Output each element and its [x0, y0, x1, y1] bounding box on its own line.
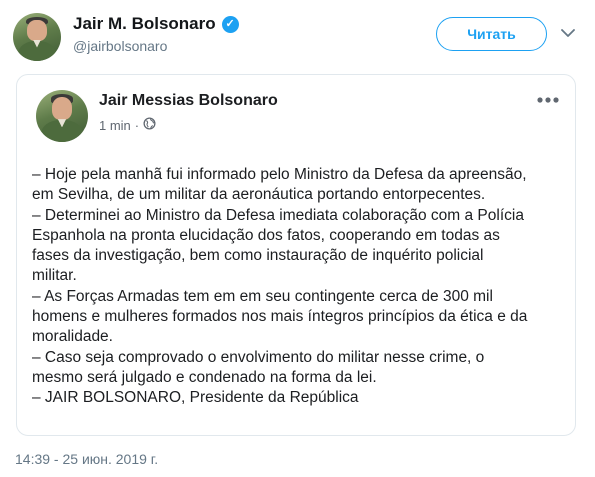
- verified-badge-icon: ✓: [221, 15, 239, 33]
- user-handle[interactable]: @jairbolsonaro: [73, 38, 167, 54]
- meta-separator: ·: [134, 117, 140, 133]
- profile-avatar[interactable]: [13, 13, 61, 61]
- embedded-post-card[interactable]: Jair Messias Bolsonaro 1 min · – Hoje pe…: [16, 74, 576, 436]
- post-author-avatar[interactable]: [36, 90, 88, 142]
- display-name-text[interactable]: Jair M. Bolsonaro: [73, 14, 216, 34]
- follow-button[interactable]: Читать: [436, 17, 547, 51]
- post-line: – Hoje pela manhã fui informado pelo Min…: [32, 166, 527, 183]
- tweet-timestamp[interactable]: 14:39 - 25 июн. 2019 г.: [15, 451, 158, 467]
- post-line: fases da investigação, bem como instaura…: [32, 247, 484, 265]
- globe-icon: [143, 117, 156, 133]
- post-line: – Determinei ao Ministro da Defesa imedi…: [32, 206, 524, 224]
- post-author-name[interactable]: Jair Messias Bolsonaro: [99, 92, 278, 110]
- more-options-icon[interactable]: [536, 93, 560, 107]
- post-line: moralidade.: [32, 328, 113, 346]
- post-line: em Sevilha, de um militar da aeronáutica…: [32, 186, 486, 204]
- post-line: – As Forças Armadas tem em em seu contin…: [32, 287, 493, 305]
- post-line: Espanhola na pronta elucidação dos fatos…: [32, 226, 500, 244]
- post-body: – Hoje pela manhã fui informado pelo Min…: [32, 165, 567, 409]
- post-meta: 1 min ·: [99, 117, 156, 133]
- display-name[interactable]: Jair M. Bolsonaro ✓: [73, 14, 239, 34]
- post-line: mesmo será julgado e condenado na forma …: [32, 368, 377, 386]
- post-line: – JAIR BOLSONARO, Presidente da Repúblic…: [32, 389, 359, 407]
- post-line: militar.: [32, 267, 77, 285]
- chevron-down-icon[interactable]: [560, 25, 576, 41]
- post-line: homens e mulheres formados nos mais ínte…: [32, 308, 528, 326]
- post-line: – Caso seja comprovado o envolvimento do…: [32, 348, 485, 366]
- post-time[interactable]: 1 min: [99, 118, 131, 133]
